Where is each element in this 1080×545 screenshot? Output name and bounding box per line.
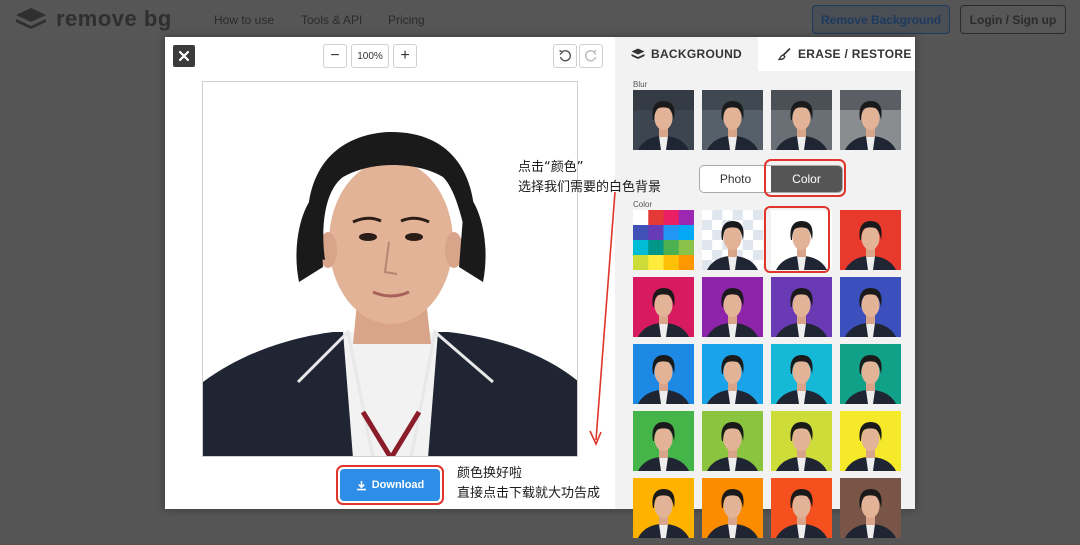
login-signup-button[interactable]: Login / Sign up: [960, 5, 1066, 34]
color-option-selected[interactable]: [771, 210, 832, 270]
color-option[interactable]: [840, 478, 901, 538]
color-picker-option[interactable]: [633, 210, 694, 270]
download-label: Download: [371, 479, 425, 491]
zoom-out-button[interactable]: −: [323, 44, 347, 68]
color-option[interactable]: [840, 411, 901, 471]
logo-icon: [14, 6, 48, 32]
download-button[interactable]: Download: [340, 469, 440, 501]
close-button[interactable]: [173, 45, 195, 67]
download-icon: [356, 480, 366, 490]
annotation-bottom-line1: 颜色换好啦: [457, 466, 523, 481]
annotation-bottom-line2: 直接点击下载就大功告成: [457, 486, 601, 501]
portrait-image: [203, 82, 577, 456]
color-option[interactable]: [702, 277, 763, 337]
color-option[interactable]: [702, 411, 763, 471]
color-option[interactable]: [840, 344, 901, 404]
tab-erase-restore[interactable]: ERASE / RESTORE: [758, 37, 915, 71]
color-option[interactable]: [771, 277, 832, 337]
remove-background-button[interactable]: Remove Background: [812, 5, 950, 34]
blur-option[interactable]: [771, 90, 832, 150]
color-option[interactable]: [702, 344, 763, 404]
zoom-controls: − 100% +: [323, 44, 417, 68]
color-section-label: Color: [633, 200, 653, 209]
redo-icon: [584, 49, 597, 62]
blur-option[interactable]: [840, 90, 901, 150]
close-icon: [178, 50, 190, 62]
tab-background-label: BACKGROUND: [651, 47, 742, 61]
nav-how-to-use[interactable]: How to use: [214, 13, 274, 27]
image-canvas[interactable]: [202, 81, 578, 457]
history-controls: [553, 44, 603, 68]
tab-background[interactable]: BACKGROUND: [615, 37, 758, 71]
undo-button[interactable]: [553, 44, 577, 68]
panel-tabs: BACKGROUND ERASE / RESTORE: [615, 37, 915, 71]
color-option[interactable]: [702, 478, 763, 538]
blur-options: [633, 90, 901, 150]
zoom-in-button[interactable]: +: [393, 44, 417, 68]
brush-icon: [778, 47, 791, 61]
annotation-top-line1: 点击“颜色”: [518, 160, 584, 175]
nav-pricing[interactable]: Pricing: [388, 13, 425, 27]
toggle-photo[interactable]: Photo: [700, 166, 771, 192]
blur-option[interactable]: [702, 90, 763, 150]
minus-icon: −: [330, 47, 340, 64]
layers-icon: [631, 48, 645, 59]
color-option[interactable]: [771, 411, 832, 471]
background-type-toggle: Photo Color: [699, 165, 843, 193]
color-option[interactable]: [633, 478, 694, 538]
color-option[interactable]: [633, 344, 694, 404]
annotation-top: 点击“颜色” 选择我们需要的白色背景: [518, 158, 661, 198]
transparent-option[interactable]: [702, 210, 763, 270]
color-option[interactable]: [633, 411, 694, 471]
color-options: [633, 210, 901, 538]
undo-icon: [559, 49, 572, 62]
color-option[interactable]: [840, 210, 901, 270]
color-option[interactable]: [771, 478, 832, 538]
tab-erase-restore-label: ERASE / RESTORE: [798, 47, 912, 61]
background-panel: BACKGROUND ERASE / RESTORE Blur Photo Co…: [615, 37, 915, 538]
logo: remove bg: [14, 6, 172, 32]
annotation-bottom: 颜色换好啦 直接点击下载就大功告成: [457, 464, 600, 504]
color-option[interactable]: [633, 277, 694, 337]
top-navbar: remove bg How to use Tools & API Pricing…: [0, 0, 1080, 40]
plus-icon: +: [400, 47, 410, 64]
redo-button[interactable]: [579, 44, 603, 68]
nav-tools-api[interactable]: Tools & API: [301, 13, 362, 27]
blur-section-label: Blur: [633, 80, 648, 89]
annotation-top-line2: 选择我们需要的白色背景: [518, 180, 662, 195]
color-option[interactable]: [771, 344, 832, 404]
zoom-level: 100%: [351, 44, 389, 68]
logo-text: remove bg: [56, 6, 172, 31]
color-option[interactable]: [840, 277, 901, 337]
toggle-color[interactable]: Color: [771, 166, 842, 192]
blur-option[interactable]: [633, 90, 694, 150]
editor-modal: − 100% + Download BACKGROUND ERASE / RES…: [165, 37, 915, 538]
